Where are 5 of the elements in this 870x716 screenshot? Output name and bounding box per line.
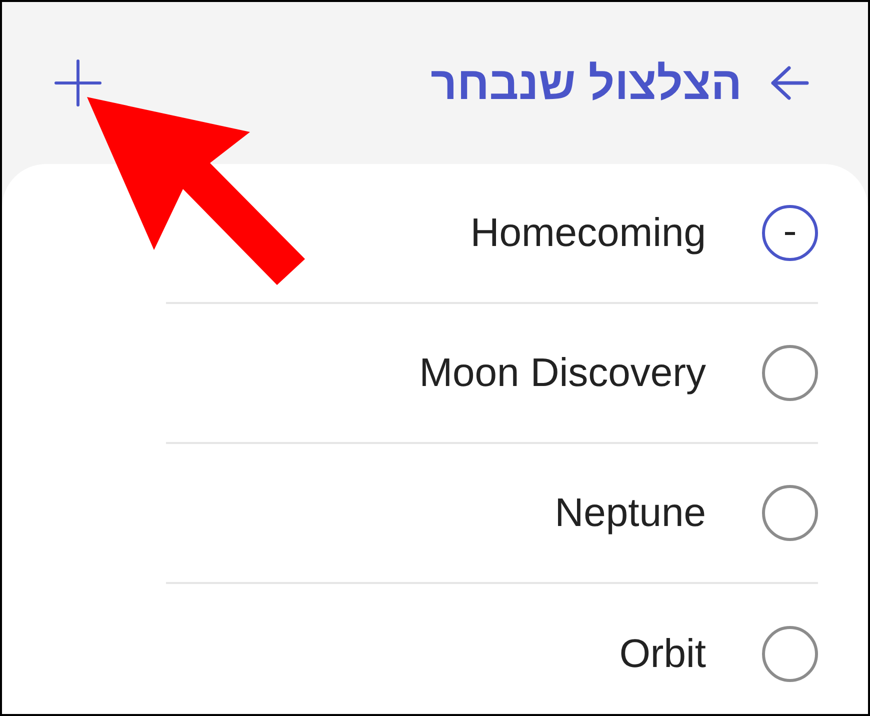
ringtone-name[interactable]: Neptune bbox=[554, 483, 706, 543]
page-title: הצלצול שנבחר bbox=[430, 60, 742, 106]
ringtone-name[interactable]: Orbit bbox=[619, 624, 706, 684]
ringtone-name[interactable]: Moon Discovery bbox=[419, 343, 706, 403]
ringtone-name[interactable]: Homecoming bbox=[470, 203, 706, 263]
